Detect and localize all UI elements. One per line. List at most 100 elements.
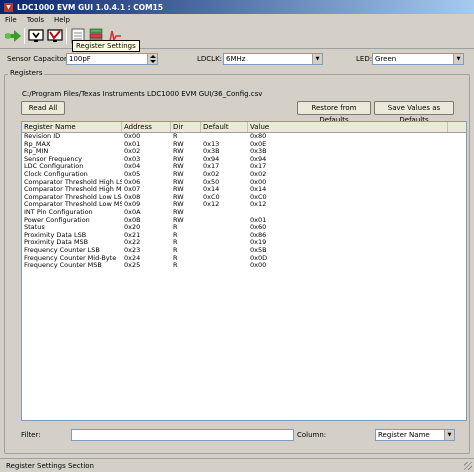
table-cell: 0x0D [250,254,268,262]
table-cell: RW [173,155,184,163]
table-row[interactable]: Status 0x20 R 0x60 [22,224,466,232]
table-cell: 0x07 [124,186,141,194]
table-row[interactable]: Comparator Threshold High LSB 0x06 RW 0x50 0… [22,179,466,187]
table-cell: 0x00 [124,133,141,140]
table-cell: 0x12 [250,201,267,209]
table-cell: 0x19 [250,239,267,247]
table-cell: Comparator Threshold Low MSB [24,201,122,209]
table-cell: 0x94 [250,155,267,163]
table-cell: 0x50 [203,178,220,186]
table-row[interactable]: INT Pin Configuration 0x0A RW [22,209,466,217]
table-cell: 0x22 [124,239,141,247]
table-row[interactable]: Proximity Data LSB 0x21 R 0x86 [22,232,466,240]
led-label: LED: [356,55,373,63]
column-label: Column: [297,431,327,439]
spin-icon[interactable] [147,54,157,64]
read-all-button[interactable]: Read All [21,101,65,115]
table-cell: 0x0A [124,208,141,216]
status-bar: Register Settings Section [0,458,474,472]
table-cell: 0x23 [124,246,141,254]
table-row[interactable]: Rp_MAX 0x01 RW 0x13 0x0E [22,141,466,149]
table-row[interactable]: Proximity Data MSB 0x22 R 0x19 [22,239,466,247]
table-cell: 0x09 [124,201,141,209]
table-cell: Frequency Counter MSB [24,262,102,270]
column-header[interactable]: Register Name [22,122,122,132]
column-header[interactable]: Value [248,122,448,132]
table-row[interactable]: Clock Configuration 0x05 RW 0x02 0x02 [22,171,466,179]
column-header[interactable]: Default [201,122,248,132]
led-select[interactable]: Green ▼ [372,53,464,65]
ldclk-select[interactable]: 6MHz ▼ [223,53,323,65]
table-cell: 0x12 [203,201,220,209]
table-row[interactable]: Rp_MIN 0x02 RW 0x3B 0x3B [22,148,466,156]
table-cell: 0x14 [203,186,220,194]
column-header[interactable]: Address [122,122,171,132]
table-cell: 0x02 [124,148,141,156]
table-cell: RW [173,208,184,216]
table-cell: 0x04 [124,163,141,171]
table-cell: Proximity Data LSB [24,231,87,239]
table-cell: RW [173,148,184,156]
column-header[interactable]: Dir [171,122,201,132]
table-cell: 0x03 [124,155,141,163]
table-row[interactable]: Frequency Counter MSB 0x25 R 0x00 [22,262,466,270]
table-row[interactable]: Power Configuration 0x0B RW 0x01 [22,217,466,225]
sensor-capacitor-stepper[interactable]: 100pF [66,53,158,65]
chevron-down-icon[interactable]: ▼ [312,54,322,64]
table-cell: RW [173,193,184,201]
table-cell: RW [173,201,184,209]
table-cell: R [173,133,178,140]
table-row[interactable]: Comparator Threshold Low MSB 0x09 RW 0x12 0x… [22,201,466,209]
table-cell: Frequency Counter Mid-Byte [24,254,117,262]
table-cell [248,209,448,217]
table-cell: Comparator Threshold High MSB [24,186,122,194]
save-defaults-button[interactable]: Save Values as Defaults [374,101,454,124]
chevron-down-icon[interactable]: ▼ [453,54,463,64]
menu-bar: File Tools Help [0,14,474,25]
monitor-check-icon[interactable] [46,27,64,45]
table-row[interactable]: LDC Configuration 0x04 RW 0x17 0x17 [22,163,466,171]
table-cell [201,217,248,225]
table-cell: 0x86 [250,231,267,239]
monitor-download-icon[interactable] [27,27,45,45]
table-row[interactable]: Frequency Counter Mid-Byte 0x24 R 0x0D [22,255,466,263]
table-row[interactable]: Frequency Counter LSB 0x23 R 0x5B [22,247,466,255]
table-cell: Comparator Threshold High LSB [24,178,122,186]
restore-defaults-button[interactable]: Restore from Defaults [297,101,371,124]
table-row[interactable]: Comparator Threshold High MSB 0x07 RW 0x14 0… [22,186,466,194]
menu-file[interactable]: File [4,16,18,24]
menu-help[interactable]: Help [53,16,71,24]
table-cell: 0x02 [203,170,220,178]
table-cell: 0x0E [250,140,267,148]
filter-input[interactable] [71,429,294,441]
table-row[interactable]: Revision ID 0x00 R 0x80 [22,133,466,141]
table-cell [201,232,248,240]
green-arrow-icon[interactable] [4,27,22,45]
table-cell: 0x80 [250,133,267,140]
filter-label: Filter: [21,431,41,439]
menu-tools[interactable]: Tools [26,16,45,24]
table-cell: Sensor Frequency [24,155,82,163]
table-cell [201,262,248,270]
register-table[interactable]: Register Name Address Dir Default Value … [21,121,467,421]
table-cell: 0x06 [124,178,141,186]
table-cell [201,209,248,217]
ldclk-label: LDCLK: [197,55,223,63]
chevron-down-icon[interactable]: ▼ [444,430,454,440]
table-cell: 0x08 [124,193,141,201]
table-cell: RW [173,186,184,194]
table-cell: Rp_MIN [24,148,49,156]
table-cell: R [173,246,178,254]
table-cell [201,239,248,247]
table-cell: R [173,254,178,262]
table-cell: RW [173,140,184,148]
table-cell [201,224,248,232]
settings-row: Sensor Capacitor: 100pF LDCLK: 6MHz ▼ LED… [0,52,474,66]
resize-grip-icon[interactable] [464,462,472,470]
table-cell: 0x25 [124,262,141,270]
table-header: Register Name Address Dir Default Value [22,122,466,133]
column-select[interactable]: Register Name ▼ [375,429,455,441]
table-row[interactable]: Comparator Threshold Low LSB 0x08 RW 0xC0 0x… [22,194,466,202]
table-row[interactable]: Sensor Frequency 0x03 RW 0x94 0x94 [22,156,466,164]
tooltip: Register Settings [72,40,140,52]
